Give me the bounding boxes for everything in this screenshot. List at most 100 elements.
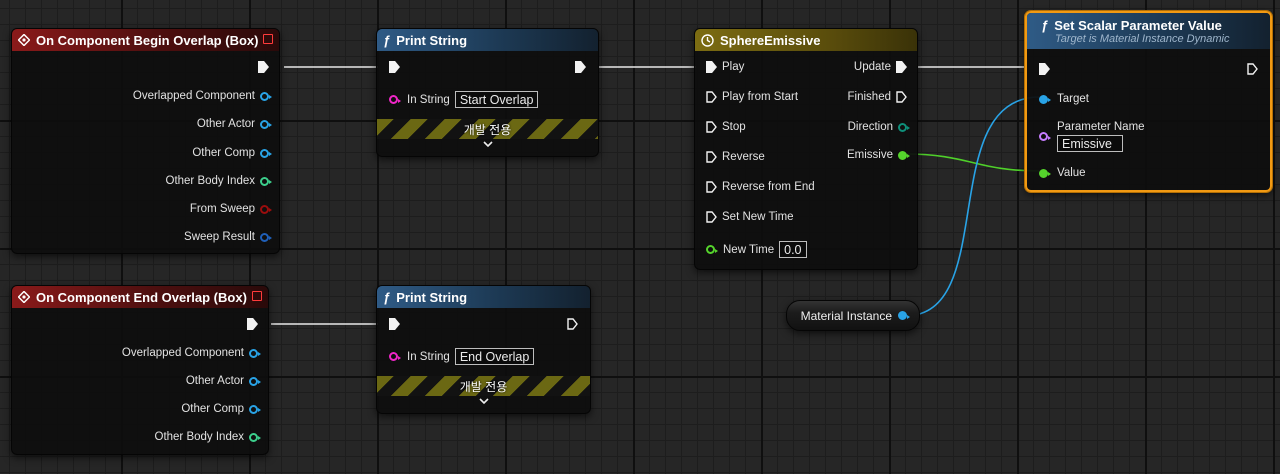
pin-label: In String	[407, 350, 450, 363]
end-out-other-actor[interactable]: Other Actor	[186, 375, 261, 387]
pin-label: Play from Start	[722, 91, 799, 103]
print-end-exec-out[interactable]	[567, 318, 578, 330]
exec-out-pin-icon[interactable]	[896, 61, 907, 73]
exec-out-pin-icon[interactable]	[247, 318, 258, 330]
set-scalar-in-parameter-name[interactable]: Parameter Name Emissive	[1039, 121, 1145, 152]
print-string-begin-node[interactable]: ƒ Print String In String Start Overlap 개…	[376, 28, 599, 157]
print-begin-exec-out[interactable]	[575, 61, 586, 73]
exec-in-pin-icon[interactable]	[389, 318, 400, 330]
print-end-header: ƒ Print String	[377, 286, 590, 308]
timeline-in-reverse[interactable]: Reverse	[706, 151, 765, 163]
begin-out-other-comp[interactable]: Other Comp	[192, 147, 272, 159]
timeline-in-set-new-time[interactable]: Set New Time	[706, 211, 794, 223]
expand-chevron-icon[interactable]	[377, 396, 590, 408]
exec-in-pin-icon[interactable]	[706, 121, 717, 133]
float-pin-icon[interactable]	[1039, 168, 1051, 178]
timeline-node[interactable]: SphereEmissive Play Play from Start Stop…	[694, 28, 918, 270]
exec-out-pin-icon[interactable]	[896, 91, 907, 103]
begin-overlap-event-node[interactable]: On Component Begin Overlap (Box) Overlap…	[11, 28, 280, 254]
pin-label: Stop	[722, 121, 746, 133]
delegate-square-icon[interactable]	[263, 34, 273, 44]
print-begin-in-string[interactable]: In String Start Overlap	[389, 91, 539, 108]
exec-out-pin-icon[interactable]	[1247, 63, 1258, 75]
struct-pin-icon[interactable]	[260, 232, 272, 242]
end-out-other-body-index[interactable]: Other Body Index	[154, 431, 261, 443]
object-pin-icon[interactable]	[249, 376, 261, 386]
set-scalar-in-value[interactable]: Value	[1039, 167, 1086, 179]
print-begin-header: ƒ Print String	[377, 29, 598, 51]
timeline-in-reverse-from-end[interactable]: Reverse from End	[706, 181, 815, 193]
timeline-out-finished[interactable]: Finished	[848, 91, 907, 103]
function-icon: ƒ	[383, 289, 391, 305]
bool-pin-icon[interactable]	[260, 204, 272, 214]
exec-out-pin-icon[interactable]	[567, 318, 578, 330]
begin-out-other-body-index[interactable]: Other Body Index	[165, 175, 272, 187]
string-pin-icon[interactable]	[389, 95, 401, 104]
enum-pin-icon[interactable]	[898, 122, 910, 132]
exec-in-pin-icon[interactable]	[706, 61, 717, 73]
timeline-out-update[interactable]: Update	[854, 61, 907, 73]
end-out-other-comp[interactable]: Other Comp	[181, 403, 261, 415]
exec-out-pin-icon[interactable]	[258, 61, 269, 73]
int-pin-icon[interactable]	[249, 432, 261, 442]
set-scalar-exec-out[interactable]	[1247, 63, 1258, 75]
pin-label: Other Body Index	[154, 431, 245, 443]
end-out-overlapped-component[interactable]: Overlapped Component	[122, 347, 261, 359]
object-pin-icon[interactable]	[260, 148, 272, 158]
float-pin-icon[interactable]	[706, 245, 718, 254]
object-pin-icon[interactable]	[260, 91, 272, 101]
parameter-name-field[interactable]: Emissive	[1057, 135, 1123, 152]
in-string-field[interactable]: Start Overlap	[454, 91, 539, 108]
timeline-out-emissive[interactable]: Emissive	[847, 149, 910, 161]
pin-label: Other Body Index	[165, 175, 256, 187]
set-scalar-parameter-node[interactable]: ƒ Set Scalar Parameter Value Target is M…	[1025, 11, 1272, 192]
begin-overlap-header: On Component Begin Overlap (Box)	[12, 29, 279, 51]
print-begin-exec-in[interactable]	[389, 61, 400, 73]
exec-in-pin-icon[interactable]	[706, 91, 717, 103]
exec-in-pin-icon[interactable]	[706, 151, 717, 163]
begin-out-from-sweep[interactable]: From Sweep	[190, 203, 272, 215]
object-pin-icon[interactable]	[898, 311, 910, 320]
float-wire-emissive-to-value[interactable]	[904, 153, 1041, 172]
new-time-field[interactable]: 0.0	[779, 241, 807, 258]
print-end-exec-in[interactable]	[389, 318, 400, 330]
timeline-in-new-time[interactable]: New Time 0.0	[706, 241, 807, 258]
set-scalar-in-target[interactable]: Target	[1039, 93, 1089, 105]
object-wire-material-to-target[interactable]	[904, 96, 1041, 317]
end-overlap-event-node[interactable]: On Component End Overlap (Box) Overlappe…	[11, 285, 269, 455]
exec-in-pin-icon[interactable]	[706, 181, 717, 193]
exec-in-pin-icon[interactable]	[706, 211, 717, 223]
object-pin-icon[interactable]	[249, 404, 261, 414]
expand-chevron-icon[interactable]	[377, 139, 598, 151]
pin-label: Overlapped Component	[132, 90, 255, 102]
print-begin-title: Print String	[396, 32, 468, 48]
print-end-in-string[interactable]: In String End Overlap	[389, 348, 535, 365]
int-pin-icon[interactable]	[260, 176, 272, 186]
pin-label: In String	[407, 93, 450, 106]
pin-label: Target	[1057, 93, 1089, 105]
set-scalar-exec-in[interactable]	[1039, 63, 1050, 75]
timeline-in-play[interactable]: Play	[706, 61, 744, 73]
begin-out-overlapped-component[interactable]: Overlapped Component	[132, 90, 272, 102]
event-diamond-icon	[18, 34, 30, 46]
timeline-in-stop[interactable]: Stop	[706, 121, 746, 133]
timeline-out-direction[interactable]: Direction	[848, 121, 910, 133]
delegate-square-icon[interactable]	[252, 291, 262, 301]
material-instance-variable-node[interactable]: Material Instance	[786, 300, 920, 331]
name-pin-icon[interactable]	[1039, 132, 1051, 141]
string-pin-icon[interactable]	[389, 352, 401, 361]
begin-out-other-actor[interactable]: Other Actor	[197, 118, 272, 130]
print-string-end-node[interactable]: ƒ Print String In String End Overlap 개발 …	[376, 285, 591, 414]
begin-out-sweep-result[interactable]: Sweep Result	[184, 231, 272, 243]
in-string-field[interactable]: End Overlap	[454, 348, 535, 365]
object-pin-icon[interactable]	[1039, 94, 1051, 104]
end-overlap-exec-out[interactable]	[247, 318, 258, 330]
float-pin-icon[interactable]	[898, 150, 910, 160]
exec-in-pin-icon[interactable]	[389, 61, 400, 73]
begin-overlap-exec-out[interactable]	[258, 61, 269, 73]
object-pin-icon[interactable]	[260, 119, 272, 129]
timeline-in-play-from-start[interactable]: Play from Start	[706, 91, 798, 103]
object-pin-icon[interactable]	[249, 348, 261, 358]
exec-in-pin-icon[interactable]	[1039, 63, 1050, 75]
exec-out-pin-icon[interactable]	[575, 61, 586, 73]
